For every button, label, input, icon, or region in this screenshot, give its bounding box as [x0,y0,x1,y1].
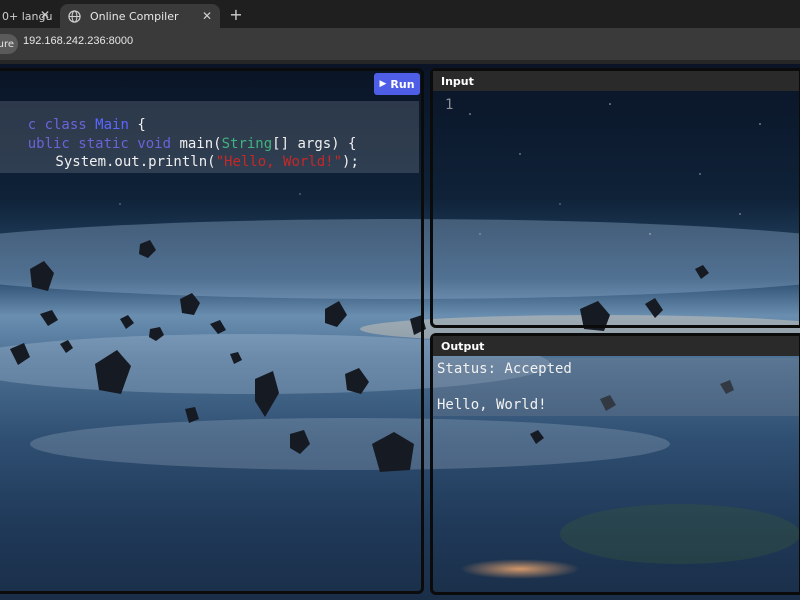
url-field[interactable]: 192.168.242.236:8000 [23,35,133,47]
play-icon: ▶ [379,79,387,89]
output-panel: Output Status: Accepted Hello, World! [430,333,800,595]
input-panel[interactable]: Input 1 [430,68,800,328]
output-result: Hello, World! [437,397,547,413]
tab-languages[interactable]: 0+ langu ✕ [0,4,56,28]
code-text: ); [342,154,359,170]
output-header: Output [433,336,799,356]
code-line-3: System.out.println("Hello, World!"); [0,138,359,186]
tab-online-compiler[interactable]: Online Compiler ✕ [60,4,220,28]
input-header: Input [433,71,799,91]
code-text: System.out.println( [21,154,216,170]
code-string: "Hello, World!" [215,154,343,170]
output-status: Status: Accepted [437,361,572,377]
address-bar: ure 192.168.242.236:8000 [0,28,800,60]
security-chip[interactable]: ure [0,34,18,54]
globe-icon [68,9,82,23]
close-icon[interactable]: ✕ [40,8,50,22]
browser-tab-bar: 0+ langu ✕ Online Compiler ✕ + [0,0,800,28]
new-tab-button[interactable]: + [226,4,246,24]
run-label: Run [390,77,415,91]
run-button[interactable]: ▶ Run [374,73,420,95]
code-editor[interactable]: c class Main { ublic static void main(St… [0,101,419,173]
tab-title: Online Compiler [90,9,179,23]
output-body: Status: Accepted Hello, World! [433,358,799,416]
line-number: 1 [445,97,454,113]
close-icon[interactable]: ✕ [202,9,212,23]
